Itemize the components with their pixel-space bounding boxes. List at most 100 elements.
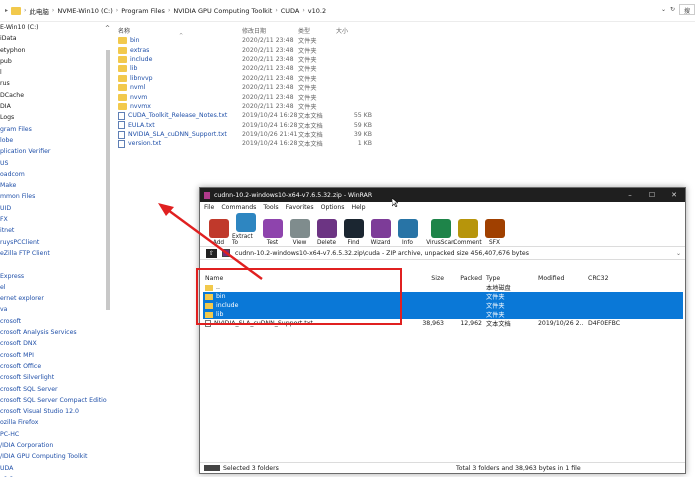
nav-item[interactable]: crosoft Visual Studio 12.0 [0,406,112,417]
breadcrumb-item[interactable]: 此电脑 [29,6,49,16]
maximize-icon[interactable]: ☐ [641,188,663,202]
test-button[interactable]: Test [259,219,286,246]
file-row[interactable]: extras 2020/2/11 23:48 文件夹 [118,45,418,55]
file-row[interactable]: EULA.txt 2019/10/24 16:28 文本文档 59 KB [118,121,418,130]
breadcrumb-item[interactable]: NVIDIA GPU Computing Toolkit [173,7,272,15]
file-row[interactable]: include 2020/2/11 23:48 文件夹 [118,55,418,64]
nav-item[interactable]: crosoft DNX [0,338,112,349]
nav-item[interactable]: mmon Files [0,191,112,202]
nav-item[interactable]: eZilla FTP Client [0,248,112,259]
file-row[interactable]: libnvvp 2020/2/11 23:48 文件夹 [118,74,418,83]
nav-item[interactable]: UDA [0,463,112,474]
file-row[interactable]: nvvmx 2020/2/11 23:48 文件夹 [118,102,418,111]
nav-item[interactable]: l [0,67,112,78]
comment-button[interactable]: Comment [453,219,482,246]
nav-item[interactable] [0,259,112,270]
sfx-button[interactable]: SFX [481,219,508,246]
column-type[interactable]: Type [482,275,538,282]
close-icon[interactable]: ✕ [663,188,685,202]
search-input[interactable]: 搜索 [679,4,695,15]
breadcrumb-item[interactable]: v10.2 [308,7,326,15]
menu-item[interactable]: Commands [221,204,256,211]
up-folder-icon[interactable]: ⇧ [206,248,217,258]
column-type[interactable]: 类型 [298,26,332,35]
refresh-icon[interactable]: ↻ [670,6,675,13]
nav-item[interactable]: crosoft Analysis Services [0,327,112,338]
nav-item[interactable]: crosoft Silverlight [0,372,112,383]
nav-item[interactable]: PC-HC [0,429,112,440]
chevron-down-icon[interactable]: ⌄ [661,6,666,13]
nav-item[interactable]: crosoft [0,316,112,327]
nav-item[interactable]: iData [0,33,112,44]
add-button[interactable]: Add [205,219,232,246]
archive-path[interactable]: cudnn-10.2-windows10-x64-v7.6.5.32.zip\c… [235,250,529,257]
nav-item[interactable]: itnet [0,225,112,236]
nav-item[interactable]: /IDIA Corporation [0,440,112,451]
column-date[interactable]: 修改日期 [242,26,298,35]
file-row[interactable]: version.txt 2019/10/24 16:28 文本文档 1 KB [118,139,418,148]
archive-row[interactable]: bin 文件夹 [203,292,683,301]
menu-item[interactable]: File [204,204,214,211]
column-crc32[interactable]: CRC32 [584,275,620,282]
menu-item[interactable]: Favorites [286,204,314,211]
file-row[interactable]: NVIDIA_SLA_cuDNN_Support.txt 2019/10/26 2… [118,130,418,139]
breadcrumb-item[interactable]: Program Files [121,7,165,15]
nav-item[interactable]: etyphon [0,45,112,56]
file-row[interactable]: bin 2020/2/11 23:48 文件夹 [118,36,418,45]
nav-item[interactable]: va [0,304,112,315]
nav-item[interactable]: crosoft SQL Server [0,384,112,395]
file-row[interactable]: CUDA_Toolkit_Release_Notes.txt 2019/10/24… [118,111,418,120]
find-button[interactable]: Find [340,219,367,246]
nav-item[interactable]: UID [0,203,112,214]
nav-item[interactable]: crosoft SQL Server Compact Editio [0,395,112,406]
nav-item[interactable]: lobe [0,135,112,146]
archive-row[interactable]: NVIDIA_SLA_cuDNN_Support.txt 38,963 12,962… [203,319,683,328]
column-size[interactable]: Size [416,275,444,282]
nav-item[interactable]: gram Files [0,124,112,135]
nav-item[interactable]: ozilla Firefox [0,417,112,428]
wizard-button[interactable]: Wizard [367,219,394,246]
path-dropdown-chevron-icon[interactable]: ⌄ [676,250,681,257]
nav-item[interactable]: el [0,282,112,293]
nav-item[interactable]: rus [0,78,112,89]
menu-item[interactable]: Options [321,204,345,211]
info-button[interactable]: Info [394,219,421,246]
archive-row[interactable]: lib 文件夹 [203,310,683,319]
nav-item[interactable]: crosoft Office [0,361,112,372]
nav-item[interactable]: plication Verifier [0,146,112,157]
menu-item[interactable]: Tools [263,204,278,211]
virusscan-button[interactable]: VirusScan [426,219,455,246]
extract-to-button[interactable]: Extract To [232,213,259,246]
nav-item[interactable]: DIA [0,101,112,112]
nav-item[interactable]: oadcom [0,169,112,180]
nav-back-chevron-icon[interactable]: ▸ [5,7,8,14]
file-row[interactable]: nvml 2020/2/11 23:48 文件夹 [118,83,418,92]
collapse-chevron-icon[interactable]: ^ [105,25,110,32]
nav-item[interactable]: DCache [0,90,112,101]
nav-item[interactable]: crosoft MPI [0,350,112,361]
nav-item[interactable]: /IDIA GPU Computing Toolkit [0,451,112,462]
view-button[interactable]: View [286,219,313,246]
column-size[interactable]: 大小 [332,26,372,35]
delete-button[interactable]: Delete [313,219,340,246]
nav-scrollbar[interactable] [106,50,110,310]
breadcrumb-item[interactable]: NVME-Win10 (C:) [57,7,112,15]
nav-item[interactable]: US [0,158,112,169]
nav-item[interactable]: FX [0,214,112,225]
archive-row[interactable]: .. 本地磁盘 [203,283,683,292]
column-modified[interactable]: Modified [538,275,584,282]
nav-item[interactable]: ruysPCClient [0,237,112,248]
nav-item[interactable]: Logs [0,112,112,123]
breadcrumb-item[interactable]: CUDA [281,7,300,15]
file-row[interactable]: nvvm 2020/2/11 23:48 文件夹 [118,92,418,102]
nav-item[interactable]: E-Win10 (C:) [0,22,112,33]
nav-item[interactable]: pub [0,56,112,67]
file-row[interactable]: lib 2020/2/11 23:48 文件夹 [118,64,418,73]
winrar-titlebar[interactable]: cudnn-10.2-windows10-x64-v7.6.5.32.zip -… [200,188,685,202]
nav-item[interactable]: Express [0,271,112,282]
archive-row[interactable]: include 文件夹 [203,301,683,310]
nav-item[interactable]: Make [0,180,112,191]
column-packed[interactable]: Packed [444,275,482,282]
menu-item[interactable]: Help [351,204,365,211]
minimize-icon[interactable]: – [619,188,641,202]
